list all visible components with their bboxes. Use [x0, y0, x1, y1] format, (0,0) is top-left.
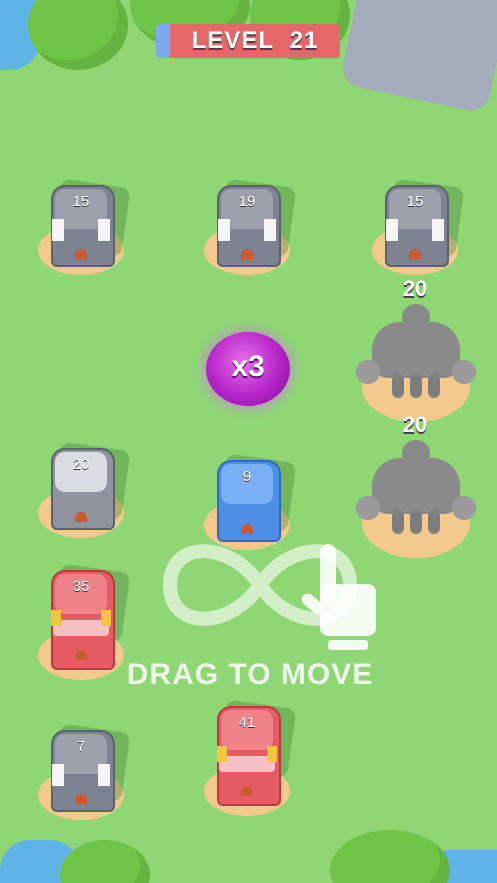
tower-count: 20 — [72, 456, 90, 473]
giant-leg — [410, 374, 422, 398]
giant-leg — [392, 510, 404, 534]
tower-grey[interactable]: 15 — [38, 178, 131, 275]
tower-door — [409, 249, 421, 259]
giant-leg — [410, 510, 422, 534]
level-label: LEVEL — [191, 27, 274, 54]
giant-leg — [392, 374, 404, 398]
tower-wing — [264, 219, 276, 241]
tower-count: 7 — [76, 738, 86, 755]
tower-count: 19 — [238, 193, 256, 210]
tower-count: 15 — [406, 193, 424, 210]
tree-bottom-left — [60, 840, 150, 883]
giant-torso — [372, 458, 460, 514]
hand-pointer-icon — [301, 544, 376, 650]
drag-to-move-text: DRAG TO MOVE — [126, 658, 374, 691]
giant-hand — [452, 496, 476, 520]
level-text: LEVEL 21 — [170, 27, 340, 55]
giant-hand — [452, 360, 476, 384]
tower-door — [241, 249, 253, 259]
tower-door — [75, 512, 87, 522]
level-banner: LEVEL 21 — [156, 24, 340, 58]
tower-door — [75, 650, 87, 660]
tower-wing — [432, 219, 444, 241]
giant-leg — [428, 510, 440, 534]
tower-door — [75, 249, 87, 259]
tree-bottom-right — [330, 830, 450, 883]
tower-grey[interactable]: 19 — [204, 178, 297, 275]
drag-hint: DRAG TO MOVE — [110, 520, 390, 691]
tower-count: 41 — [238, 714, 256, 731]
tower-count: 9 — [242, 468, 252, 485]
rock-top-right — [339, 0, 497, 115]
enemy-giant[interactable]: 20 — [350, 276, 480, 422]
giant-count: 20 — [402, 276, 428, 301]
tower-wing — [52, 219, 64, 241]
tower-grey[interactable]: 7 — [38, 723, 131, 820]
tower-red-enemy[interactable]: 41 — [204, 699, 297, 816]
giant-count: 20 — [402, 412, 428, 437]
multiplier-label: x3 — [231, 350, 265, 383]
giant-hand — [356, 360, 380, 384]
tower-count: 15 — [72, 193, 90, 210]
tower-door — [241, 786, 253, 796]
giant-torso — [372, 322, 460, 378]
tower-wing — [386, 219, 398, 241]
tower-wing — [52, 764, 64, 786]
banner-progress-bar — [156, 24, 170, 58]
level-number: 21 — [289, 27, 319, 54]
tower-wing — [98, 219, 110, 241]
multiplier-bonus[interactable]: x3 — [206, 332, 290, 406]
tower-door — [75, 794, 87, 804]
giant-leg — [428, 374, 440, 398]
tower-wing — [218, 219, 230, 241]
tower-gold-right — [267, 746, 277, 762]
tower-gold-left — [51, 610, 61, 626]
tower-grey[interactable]: 15 — [372, 178, 465, 275]
tree-top-left — [28, 0, 128, 70]
tower-wing — [98, 764, 110, 786]
giant-hand — [356, 496, 380, 520]
tower-gold-left — [217, 746, 227, 762]
game-scene[interactable]: LEVEL 21 15 19 15 x3 20 20 20 9 35 DRAG … — [0, 0, 497, 883]
